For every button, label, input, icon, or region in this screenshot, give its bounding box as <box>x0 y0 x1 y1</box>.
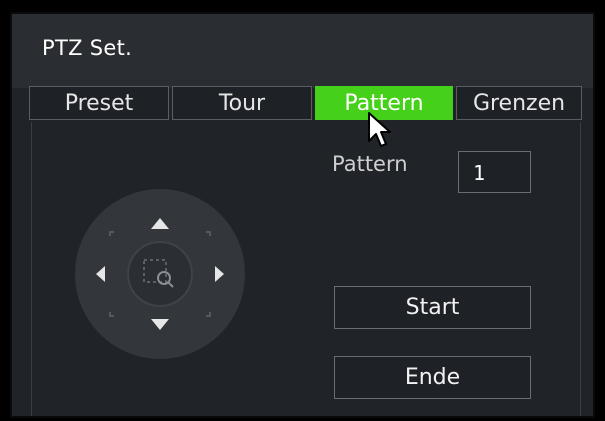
end-button[interactable]: Ende <box>334 356 531 399</box>
directional-pad <box>75 189 245 359</box>
pattern-label: Pattern <box>332 152 408 176</box>
pattern-number-field[interactable]: 1 <box>458 151 531 193</box>
tab-tour[interactable]: Tour <box>172 86 312 120</box>
window-title: PTZ Set. <box>42 36 133 60</box>
tab-bar: Preset Tour Pattern Grenzen <box>29 86 582 122</box>
start-button[interactable]: Start <box>334 286 531 329</box>
ptz-settings-window: PTZ Set. Preset Tour Pattern Grenzen Pat… <box>10 12 595 418</box>
title-bar: PTZ Set. <box>12 14 593 88</box>
tab-limits[interactable]: Grenzen <box>456 86 582 120</box>
mouse-pointer-icon <box>368 112 391 147</box>
tab-preset[interactable]: Preset <box>29 86 169 120</box>
